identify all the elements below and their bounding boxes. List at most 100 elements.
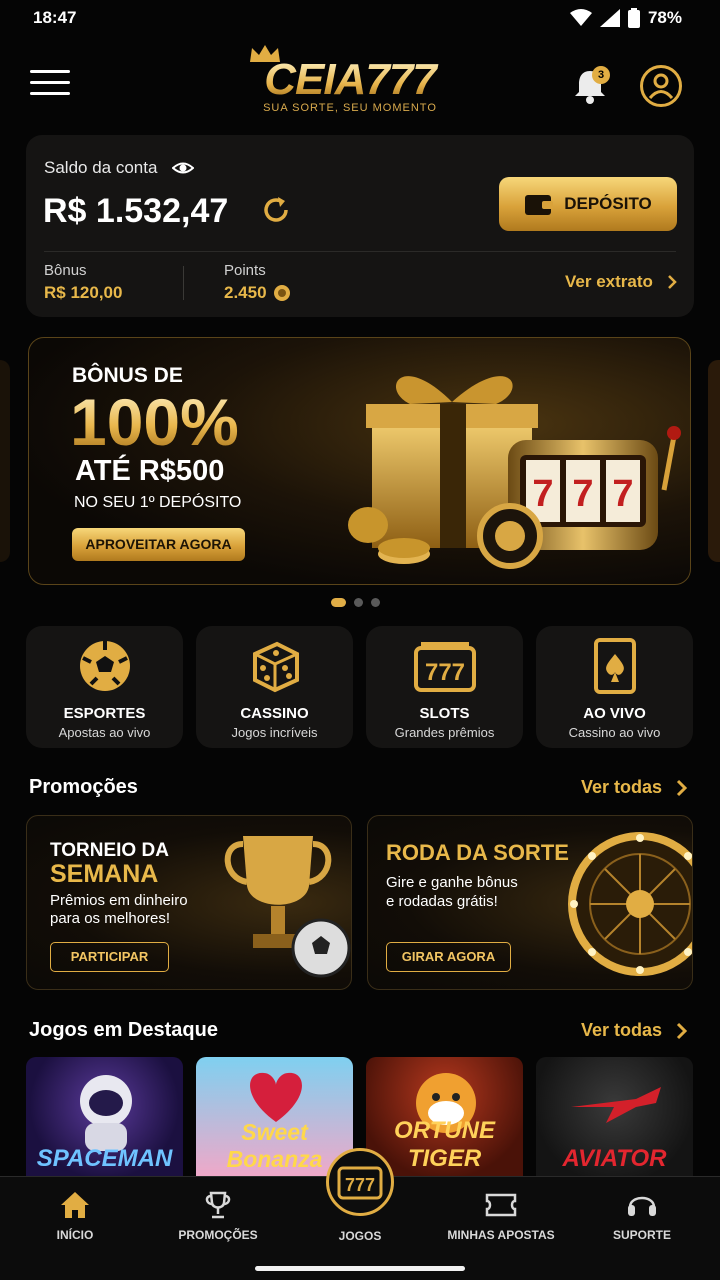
points-value-wrap: 2.450 (224, 283, 291, 303)
nav-label: MINHAS APOSTAS (447, 1228, 555, 1242)
nav-center-text: 777 (345, 1175, 375, 1195)
nav-home[interactable]: INÍCIO (10, 1188, 140, 1242)
trophy-illustration (224, 836, 351, 978)
ticket-icon (485, 1193, 517, 1217)
banner-cta-button[interactable]: APROVEITAR AGORA (72, 528, 245, 561)
banner-amount: ATÉ R$500 (75, 455, 225, 487)
chevron-right-icon (676, 1022, 688, 1039)
game-tile-spaceman[interactable]: SPACEMAN (26, 1057, 183, 1177)
banner-percent: 100% (70, 385, 239, 459)
promo-desc-line: Prêmios em dinheiro (50, 892, 188, 909)
nav-games[interactable]: JOGOS (295, 1229, 425, 1243)
promotions-title: Promoções (29, 776, 138, 798)
featured-see-all-link[interactable]: Ver todas (581, 1020, 688, 1041)
participate-button[interactable]: PARTICIPAR (50, 942, 169, 972)
slot-machine-icon: 777 (337, 1166, 383, 1200)
promo-card-tournament[interactable]: TORNEIO DA SEMANA Prêmios em dinheiro pa… (26, 815, 352, 990)
slots-icon-text: 777 (424, 659, 464, 686)
airplane-icon (571, 1087, 661, 1123)
slot-machine-icon: 777 (413, 642, 476, 692)
promo-card-wheel[interactable]: RODA DA SORTE Gire e ganhe bônus e rodad… (367, 815, 693, 990)
promo-title-highlight: SEMANA (50, 860, 159, 888)
bonus-label: Bônus (44, 262, 87, 279)
carousel-next-slide[interactable] (708, 360, 720, 562)
category-subtitle: Apostas ao vivo (58, 725, 151, 740)
category-sports[interactable]: ESPORTES Apostas ao vivo (26, 626, 183, 748)
logo-tagline: SUA SORTE, SEU MOMENTO (263, 102, 437, 114)
nav-games-button[interactable]: 777 (326, 1148, 394, 1216)
soccer-ball-icon (79, 641, 130, 691)
see-all-label: Ver todas (581, 1020, 663, 1040)
statement-label: Ver extrato (565, 272, 653, 291)
signal-icon (599, 9, 620, 27)
nav-support[interactable]: SUPORTE (577, 1188, 707, 1242)
wifi-icon (569, 9, 592, 26)
carousel-dots[interactable] (331, 598, 380, 607)
candy-heart-icon (250, 1072, 302, 1122)
category-title: SLOTS (419, 705, 470, 722)
chevron-right-icon (676, 779, 688, 796)
notification-badge: 3 (592, 66, 610, 84)
eye-icon[interactable] (172, 158, 194, 178)
astronaut-icon (80, 1075, 132, 1151)
deposit-label: DEPÓSITO (564, 194, 652, 213)
logo-wordmark: CEIA777 (240, 58, 460, 102)
promo-title-highlight: RODA DA SORTE (386, 840, 569, 865)
carousel-prev-slide[interactable] (0, 360, 10, 562)
featured-games-title: Jogos em Destaque (29, 1019, 218, 1041)
nav-my-bets[interactable]: MINHAS APOSTAS (436, 1188, 566, 1242)
game-tile-fortune-tiger[interactable]: ORTUNE TIGER (366, 1057, 523, 1177)
app-logo: CEIA777 SUA SORTE, SEU MOMENTO (240, 44, 460, 116)
category-live[interactable]: AO VIVO Cassino ao vivo (536, 626, 693, 748)
home-indicator[interactable] (255, 1266, 465, 1271)
gold-coin (348, 507, 388, 543)
bonus-value: R$ 120,00 (44, 283, 123, 302)
game-title: AVIATOR (562, 1145, 667, 1172)
nav-label: PROMOÇÕES (178, 1228, 258, 1242)
promo-desc-line: e rodadas grátis! (386, 893, 498, 910)
refresh-icon[interactable] (260, 194, 292, 226)
category-casino[interactable]: CASSINO Jogos incríveis (196, 626, 353, 748)
category-slots[interactable]: 777 SLOTS Grandes prêmios (366, 626, 523, 748)
promo-desc-line: Gire e ganhe bônus (386, 874, 518, 891)
deposit-button[interactable]: DEPÓSITO (499, 177, 677, 231)
fortune-wheel-illustration (568, 832, 692, 976)
divider (183, 266, 184, 300)
carousel-dot[interactable] (331, 598, 346, 607)
wallet-icon (525, 195, 554, 215)
spin-now-button[interactable]: GIRAR AGORA (386, 942, 511, 972)
status-icons: 78% (569, 8, 682, 28)
balance-value: R$ 1.532,47 (43, 192, 229, 230)
points-label: Points (224, 262, 266, 279)
promotions-see-all-link[interactable]: Ver todas (581, 777, 688, 798)
status-bar: 18:47 78% (0, 0, 720, 36)
game-tile-sweet-bonanza[interactable]: Sweet Bonanza (196, 1057, 353, 1177)
status-time: 18:47 (33, 8, 77, 27)
gift-slot-illustration: 7 7 7 (348, 376, 681, 569)
statement-link[interactable]: Ver extrato (565, 272, 677, 292)
category-subtitle: Grandes prêmios (394, 725, 495, 740)
category-title: CASSINO (240, 705, 309, 722)
carousel-dot[interactable] (371, 598, 380, 607)
carousel-dot[interactable] (354, 598, 363, 607)
user-icon (648, 73, 674, 100)
menu-button[interactable] (30, 70, 70, 100)
coin-icon (273, 285, 290, 301)
crown-icon (250, 45, 280, 62)
profile-button[interactable] (640, 65, 682, 107)
battery-percent: 78% (647, 8, 682, 27)
banner-subtitle: NO SEU 1º DEPÓSITO (74, 494, 242, 511)
nav-label: SUPORTE (612, 1228, 671, 1242)
nav-promotions[interactable]: PROMOÇÕES (153, 1188, 283, 1242)
game-tile-aviator[interactable]: AVIATOR (536, 1057, 693, 1177)
category-title: ESPORTES (63, 705, 146, 722)
game-title: SPACEMAN (36, 1145, 173, 1172)
points-value: 2.450 (224, 283, 267, 302)
nav-label: JOGOS (338, 1229, 382, 1243)
slot-reel-2: 7 (572, 473, 593, 515)
balance-label: Saldo da conta (44, 158, 158, 177)
nav-label: INÍCIO (56, 1228, 94, 1242)
chevron-right-icon (668, 275, 677, 289)
promo-title: TORNEIO DA (50, 840, 169, 861)
home-icon (61, 1192, 89, 1218)
